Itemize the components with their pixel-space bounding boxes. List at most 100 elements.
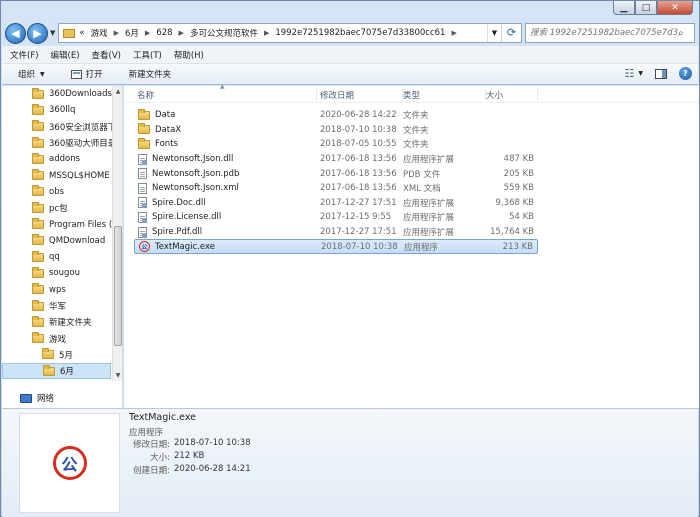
chevron-right-icon[interactable]: ▶: [264, 29, 269, 37]
file-type: 文件夹: [403, 140, 429, 151]
file-date: 2018-07-10 10:38: [321, 241, 398, 252]
open-label: 打开: [85, 70, 103, 80]
details-created: 创建日期: 2020-06-28 14:21: [92, 464, 251, 476]
breadcrumb-overflow[interactable]: «: [79, 27, 90, 39]
file-row[interactable]: Newtonsoft.Json.pdb 2017-06-18 13:56 PDB 文…: [134, 166, 538, 181]
address-bar[interactable]: «游戏 ▶ 6月 ▶ 628 ▶ 多可公文规范软件 ▶ 1992e7251982baec7075…: [58, 23, 522, 43]
sidebar-item[interactable]: pc包: [2, 200, 111, 216]
chevron-right-icon[interactable]: ▶: [114, 29, 119, 37]
folder-icon: [32, 266, 44, 278]
breadcrumb-item[interactable]: 1992e7251982baec7075e7d33800cc61 ▶: [275, 27, 462, 39]
file-date: 2020-06-28 14:22: [320, 110, 397, 121]
sidebar-item[interactable]: 360llq: [2, 102, 111, 118]
recent-pages-dropdown[interactable]: ▼: [50, 29, 55, 37]
sidebar-item[interactable]: sougou: [2, 265, 111, 281]
organize-button[interactable]: 组织 ▼: [18, 68, 45, 80]
sort-ascending-icon: ▲: [220, 83, 225, 90]
chevron-right-icon[interactable]: ▶: [145, 29, 150, 37]
sidebar-item[interactable]: 360安全浏览器下: [2, 119, 116, 135]
help-icon[interactable]: ?: [679, 67, 692, 80]
sidebar-item[interactable]: 游戏: [2, 330, 111, 346]
sidebar-item[interactable]: wps: [2, 282, 111, 298]
sidebar-item[interactable]: MSSQL$HOME: [2, 167, 111, 183]
file-name: Fonts: [155, 139, 178, 150]
search-icon[interactable]: ⌕: [678, 28, 684, 39]
sidebar-item-network[interactable]: 网络: [20, 392, 54, 404]
sidebar-item-label: 360驱动大师目录: [49, 139, 117, 150]
view-options-icon[interactable]: ☷: [625, 67, 635, 80]
view-dropdown-icon[interactable]: ▼: [638, 70, 643, 77]
breadcrumb-item[interactable]: 628 ▶: [156, 27, 190, 39]
sidebar-item-label: 华军: [49, 302, 67, 312]
column-name[interactable]: 名称: [137, 89, 317, 101]
folder-icon: [32, 250, 44, 262]
file-icon: [138, 182, 147, 194]
file-row[interactable]: Fonts 2018-07-05 10:55 文件夹: [134, 137, 538, 152]
sidebar-item[interactable]: 新建文件夹: [2, 314, 111, 330]
breadcrumb-item[interactable]: 6月 ▶: [125, 27, 156, 39]
chevron-right-icon[interactable]: ▶: [451, 29, 456, 37]
sidebar-item[interactable]: addons: [2, 151, 111, 167]
folder-icon: [32, 185, 44, 197]
file-row[interactable]: Newtonsoft.Json.dll 2017-06-18 13:56 应用程序扩…: [134, 152, 538, 167]
scrollbar-thumb[interactable]: [114, 226, 122, 346]
column-type[interactable]: 类型: [403, 89, 486, 101]
navigation-scrollbar[interactable]: ▲ ▼: [112, 86, 122, 381]
column-header: 名称 ▲ 修改日期 类型 大小: [124, 83, 699, 103]
sidebar-item-label: 360Downloads: [49, 89, 112, 100]
details-label: 创建日期:: [133, 466, 170, 476]
breadcrumb-item[interactable]: 多可公文规范软件 ▶: [190, 27, 275, 39]
chevron-right-icon[interactable]: ▶: [179, 29, 184, 37]
sidebar-item[interactable]: qq: [2, 249, 111, 265]
file-row[interactable]: Newtonsoft.Json.xml 2017-06-18 13:56 XML 文…: [134, 181, 538, 196]
preview-pane-icon[interactable]: [655, 68, 667, 79]
scroll-down-icon[interactable]: ▼: [113, 370, 122, 381]
minimize-button[interactable]: ▁: [613, 1, 635, 15]
details-value: 2020-06-28 14:21: [174, 464, 251, 474]
menu-view[interactable]: 查看(V): [92, 49, 121, 61]
file-name-cell: Data: [138, 108, 175, 120]
menu-help[interactable]: 帮助(H): [174, 49, 204, 61]
folder-icon: [32, 103, 44, 115]
column-size[interactable]: 大小: [486, 89, 538, 101]
file-row[interactable]: DataX 2018-07-10 10:38 文件夹: [134, 123, 538, 138]
sidebar-item[interactable]: 5月: [2, 347, 111, 363]
close-button[interactable]: ✕: [657, 1, 693, 15]
sidebar-item[interactable]: 华军: [2, 298, 111, 314]
scroll-up-icon[interactable]: ▲: [113, 86, 122, 97]
new-folder-button[interactable]: 新建文件夹: [129, 68, 172, 80]
forward-button[interactable]: ▶: [27, 22, 48, 44]
folder-icon: [32, 120, 44, 132]
sidebar-item-label: 新建文件夹: [49, 318, 92, 329]
search-input[interactable]: [530, 28, 678, 38]
address-dropdown[interactable]: ▼: [487, 24, 501, 42]
maximize-button[interactable]: □: [635, 1, 657, 15]
sidebar-item[interactable]: QMDownload: [2, 233, 111, 249]
menu-file[interactable]: 文件(F): [10, 49, 39, 61]
sidebar-item[interactable]: obs: [2, 184, 111, 200]
file-row[interactable]: Spire.License.dll 2017-12-15 9:55 应用程序扩展 54…: [134, 210, 538, 225]
search-box[interactable]: ⌕: [525, 23, 695, 43]
sidebar-item[interactable]: Program Files (: [2, 216, 112, 232]
breadcrumb-item[interactable]: 游戏 ▶: [91, 27, 125, 39]
file-row[interactable]: 公 TextMagic.exe 2018-07-10 10:38 应用程序 213 KB: [134, 239, 538, 254]
sidebar-item[interactable]: 6月: [2, 363, 111, 380]
navigation-row: ◀ ▶ ▼ «游戏 ▶ 6月 ▶ 628 ▶ 多可公文规范软件 ▶ 1992e7251982ba…: [5, 20, 695, 46]
file-row[interactable]: Data 2020-06-28 14:22 文件夹: [134, 108, 538, 123]
breadcrumb-label: 多可公文规范软件: [189, 29, 258, 39]
details-modified: 修改日期: 2018-07-10 10:38: [92, 438, 250, 450]
sidebar-item[interactable]: 360驱动大师目录: [2, 135, 116, 151]
menu-edit[interactable]: 编辑(E): [51, 49, 80, 61]
file-size: 559 KB: [503, 183, 534, 194]
file-name: Newtonsoft.Json.xml: [152, 183, 239, 194]
back-button[interactable]: ◀: [5, 22, 26, 44]
menu-tools[interactable]: 工具(T): [133, 49, 162, 61]
open-button[interactable]: 打开: [70, 68, 103, 80]
details-pane: 公 TextMagic.exe 应用程序 修改日期: 2018-07-10 10…: [2, 408, 698, 517]
sidebar-item[interactable]: 360Downloads: [2, 86, 112, 102]
file-row[interactable]: Spire.Pdf.dll 2017-12-27 17:51 应用程序扩展 15,76…: [134, 225, 538, 240]
refresh-icon[interactable]: ⟳: [501, 24, 521, 42]
file-row[interactable]: Spire.Doc.dll 2017-12-27 17:51 应用程序扩展 9,368…: [134, 196, 538, 211]
column-date[interactable]: 修改日期: [320, 89, 403, 101]
folder-icon: [32, 87, 44, 99]
